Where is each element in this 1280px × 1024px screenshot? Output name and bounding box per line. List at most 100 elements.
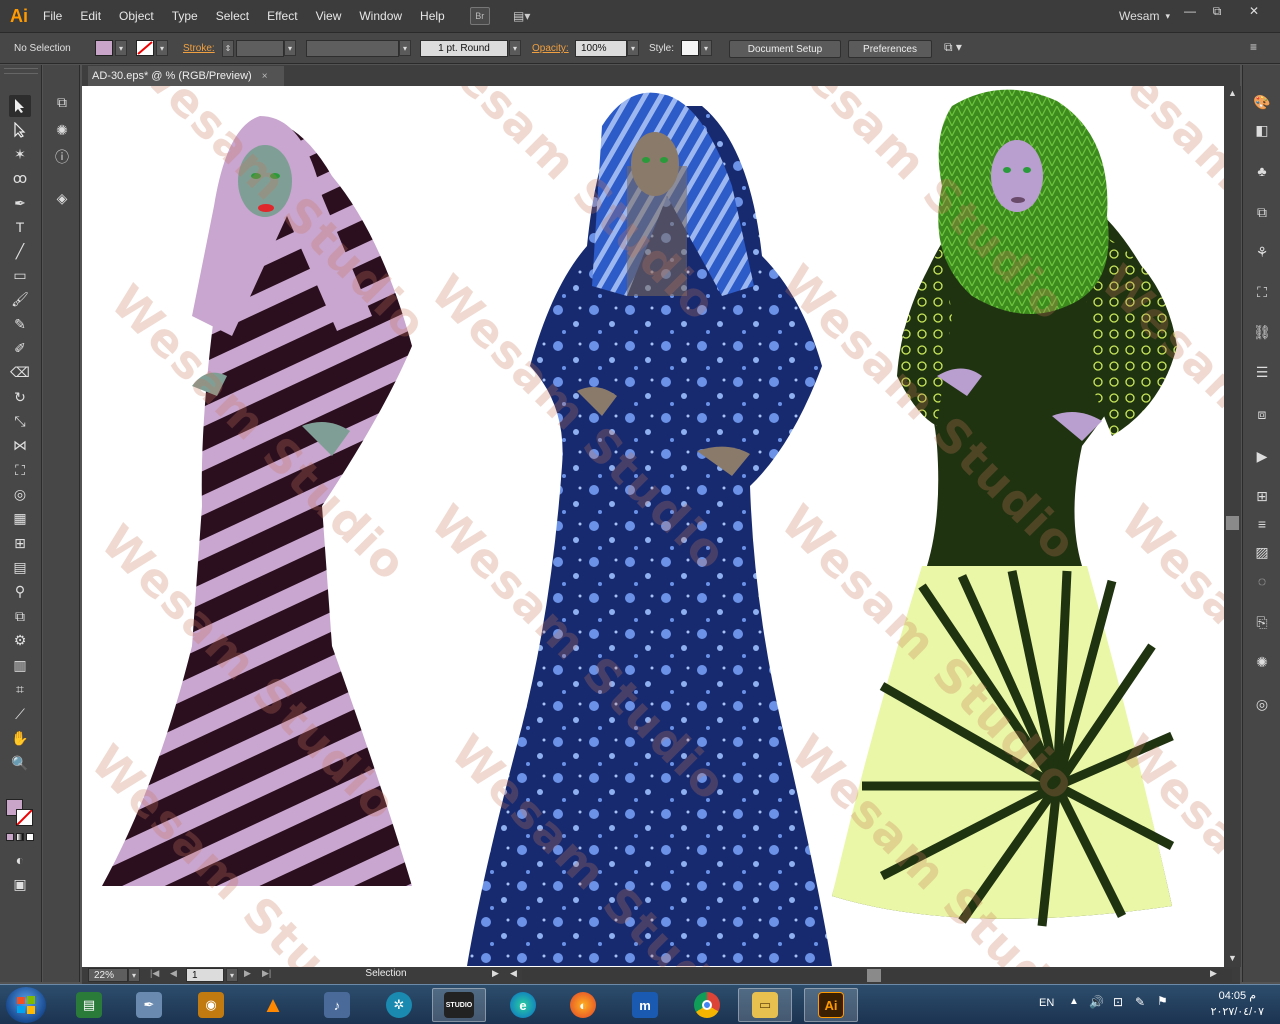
color-guide-panel-icon[interactable]: ◧ [1251,119,1273,141]
arrange-documents-button[interactable]: ▤▾ [508,7,536,25]
links-panel-icon[interactable]: ⛓ [1251,321,1273,343]
scroll-right-arrow-icon[interactable]: ▶ [1210,968,1217,979]
menu-effect[interactable]: Effect [258,0,306,32]
type-tool-icon[interactable]: T [9,216,31,238]
stroke-weight-dropdown[interactable]: ▾ [284,40,296,56]
menu-object[interactable]: Object [110,0,163,32]
stroke-swatch[interactable] [136,40,154,56]
blend-tool-icon[interactable]: ⧉ [9,605,31,627]
zoom-field[interactable]: 22% [88,968,128,982]
menu-window[interactable]: Window [350,0,411,32]
workspace-switcher[interactable]: Wesam ▾ [1119,0,1170,32]
shape-builder-tool-icon[interactable]: ◎ [9,483,31,505]
color-mode-buttons[interactable] [6,833,36,842]
variable-width-profile[interactable] [306,40,399,57]
symbols-panel-icon[interactable]: ✺ [51,119,73,141]
brush-dropdown[interactable]: ▾ [509,40,521,56]
pen-tool-icon[interactable]: ✒ [9,192,31,214]
appearance-panel-icon[interactable]: ⎘ [1251,611,1273,633]
taskbar-edge-app[interactable]: e [496,988,550,1022]
show-hidden-icons-icon[interactable]: ▲ [1069,996,1079,1007]
lasso-tool-icon[interactable]: ꝏ [9,167,31,189]
menu-file[interactable]: File [34,0,71,32]
taskbar-vlc-app[interactable]: ▲ [246,988,300,1022]
previous-artboard-icon[interactable]: ◀ [170,968,177,979]
brush-definition[interactable]: 1 pt. Round [420,40,508,57]
color-panel-icon[interactable]: 🎨 [1251,91,1273,113]
style-dropdown[interactable]: ▾ [700,40,712,56]
stroke-dropdown[interactable]: ▾ [156,40,168,56]
transform-panel-icon[interactable]: ⛶ [1251,281,1273,303]
symbols-panel-icon[interactable]: ⚘ [1251,241,1273,263]
graphic-styles-panel-icon[interactable]: ✺ [1251,651,1273,673]
taskbar-firefox-app[interactable]: ◐ [556,988,610,1022]
scroll-up-arrow-icon[interactable]: ▲ [1226,88,1239,100]
document-setup-button[interactable]: Document Setup [729,40,841,58]
artboard-dropdown[interactable]: ▾ [226,968,238,982]
hand-tool-icon[interactable]: ✋ [9,727,31,749]
zoom-tool-icon[interactable]: 🔍 [9,752,31,774]
next-artboard-icon[interactable]: ▶ [244,968,251,979]
mesh-tool-icon[interactable]: ⊞ [9,532,31,554]
horizontal-scroll-thumb[interactable] [867,969,881,982]
blob-brush-tool-icon[interactable]: ✐ [9,337,31,359]
volume-icon[interactable]: 🔊 [1089,995,1104,1009]
taskbar-file-explorer[interactable]: ▭ [738,988,792,1022]
restore-button[interactable]: ⧉ [1203,2,1231,20]
style-swatch[interactable] [681,40,699,56]
status-menu-arrow-icon[interactable]: ▶ [492,968,499,979]
fill-stroke-control[interactable] [6,797,36,827]
fill-swatch[interactable] [95,40,113,56]
taskbar-pen-app[interactable]: ✒ [122,988,176,1022]
panel-menu-icon[interactable]: ≡ [1250,40,1257,54]
fill-dropdown[interactable]: ▾ [115,40,127,56]
vertical-scroll-thumb[interactable] [1226,516,1239,530]
vertical-scrollbar[interactable]: ▲ ▼ [1224,86,1241,967]
column-graph-tool-icon[interactable]: ▥ [9,654,31,676]
rectangle-tool-icon[interactable]: ▭ [9,264,31,286]
layers-panel-icon[interactable]: ◎ [1251,693,1273,715]
network-icon[interactable]: ⊡ [1113,995,1123,1009]
taskbar-codec-app[interactable]: ✲ [372,988,426,1022]
profile-dropdown[interactable]: ▾ [399,40,411,56]
menu-select[interactable]: Select [207,0,258,32]
menu-edit[interactable]: Edit [71,0,110,32]
opacity-label[interactable]: Opacity: [532,43,569,54]
menu-type[interactable]: Type [163,0,207,32]
arrange-icon[interactable]: ⧉ ▾ [944,40,962,55]
start-button[interactable] [6,987,46,1023]
opacity-dropdown[interactable]: ▾ [627,40,639,56]
selection-tool-icon[interactable] [9,95,31,117]
grid-panel-icon[interactable]: ⊞ [1251,485,1273,507]
last-artboard-icon[interactable]: ▶| [262,968,271,979]
artboard-tool-icon[interactable]: ⌗ [9,678,31,700]
taskbar-monitor-app[interactable]: ▤ [62,988,116,1022]
line-tool-icon[interactable]: ╱ [9,240,31,262]
gradient-panel-icon[interactable]: ▨ [1251,541,1273,563]
rotate-tool-icon[interactable]: ↻ [9,386,31,408]
paintbrush-tool-icon[interactable]: 🖌 [9,288,31,310]
taskbar-maxthon-app[interactable]: m [618,988,672,1022]
artboards-panel-icon[interactable]: ⧉ [51,91,73,113]
preferences-button[interactable]: Preferences [848,40,932,58]
menu-view[interactable]: View [307,0,351,32]
system-clock[interactable]: 04:05 م ٢٠٢٧/٠٤/٠٧ [1211,988,1264,1020]
direct-selection-tool-icon[interactable] [9,119,31,141]
stroke-label[interactable]: Stroke: [183,43,215,54]
symbol-sprayer-tool-icon[interactable]: ⚙ [9,629,31,651]
stroke-color-box[interactable] [16,809,33,826]
free-transform-tool-icon[interactable]: ⛶ [9,459,31,481]
artboard-number-field[interactable]: 1 [186,968,224,982]
eraser-tool-icon[interactable]: ⌫ [9,361,31,383]
pencil-tool-icon[interactable]: ✎ [9,313,31,335]
horizontal-scrollbar[interactable] [522,969,1232,982]
scale-tool-icon[interactable]: ⤡ [9,410,31,432]
taskbar-chrome-app[interactable] [680,988,734,1022]
bridge-button[interactable]: Br [469,7,490,25]
eyedropper-tool-icon[interactable]: ⚲ [9,580,31,602]
artboard-canvas[interactable]: Wesam Studio Wesam Studio Wesam Studio W… [82,86,1224,967]
menu-help[interactable]: Help [411,0,454,32]
action-center-icon[interactable]: ⚑ [1157,994,1168,1008]
close-tab-icon[interactable]: × [262,71,268,82]
pen-input-icon[interactable]: ✎ [1135,995,1145,1009]
